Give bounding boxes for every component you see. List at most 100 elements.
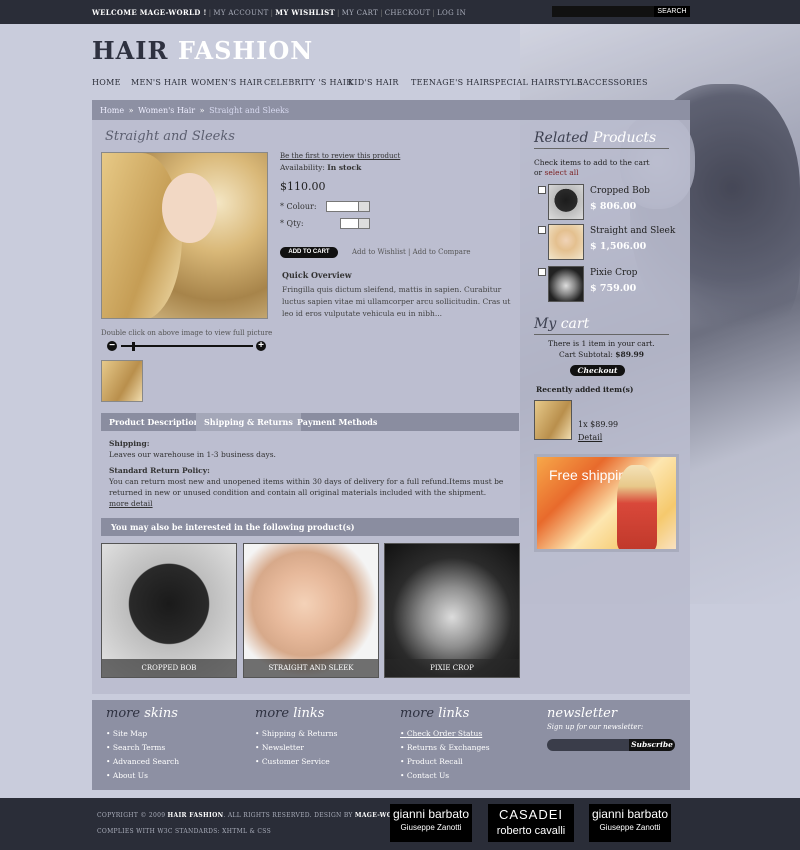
site-logo[interactable]: HAIR FASHION	[92, 36, 313, 65]
footer-link-check-order-status[interactable]: Check Order Status	[400, 727, 490, 741]
footer-links: more skins Site Map Search Terms Advance…	[92, 700, 690, 790]
brand-logo[interactable]: CASADEI roberto cavalli	[488, 804, 574, 842]
logo-part2: FASHION	[177, 36, 314, 65]
cart-subtotal: $89.99	[615, 350, 644, 359]
product-card-cropped-bob[interactable]: CROPPED BOB	[101, 543, 237, 678]
nav-celebrity-hair[interactable]: CELEBRITY 'S HAIR	[264, 78, 353, 87]
checkout-button[interactable]: Checkout	[570, 365, 625, 376]
qty-select[interactable]	[340, 218, 370, 229]
related-name[interactable]: Pixie Crop	[590, 268, 637, 278]
add-to-compare-link[interactable]: Add to Compare	[413, 248, 471, 256]
footer-link-newsletter[interactable]: Newsletter	[255, 741, 337, 755]
interested-heading: You may also be interested in the follow…	[101, 518, 519, 536]
footer-link-search-terms[interactable]: Search Terms	[106, 741, 179, 755]
nav-womens-hair[interactable]: WOMEN'S HAIR	[191, 78, 263, 87]
footer-link-site-map[interactable]: Site Map	[106, 727, 179, 741]
footer-link-shipping-returns[interactable]: Shipping & Returns	[255, 727, 338, 741]
tab-product-description[interactable]: Product Description	[101, 413, 207, 431]
newsletter-email-input[interactable]	[547, 739, 629, 751]
recent-item-detail-link[interactable]: Detail	[578, 433, 602, 442]
zoom-handle[interactable]	[132, 342, 135, 351]
search-button[interactable]: SEARCH	[654, 6, 690, 17]
select-all-link[interactable]: select all	[545, 168, 579, 177]
related-note: Check items to add to the cart or select…	[534, 158, 650, 177]
breadcrumb-category[interactable]: Women's Hair	[138, 106, 195, 115]
tab-payment-methods[interactable]: Payment Methods	[289, 413, 385, 431]
recent-item-qty: 1x $89.99	[578, 420, 619, 429]
footer-link-returns-exchanges[interactable]: Returns & Exchanges	[400, 741, 490, 755]
top-links: WELCOME MAGE-WORLD ! | MY ACCOUNT | MY WISHL…	[92, 8, 466, 17]
product-tabs: Product Description Shipping & Returns P…	[101, 413, 519, 431]
brand-logo[interactable]: gianni barbato Giuseppe Zanotti	[390, 804, 472, 842]
subscribe-button[interactable]: Subscribe	[629, 739, 675, 751]
wishlist-compare: Add to Wishlist | Add to Compare	[352, 248, 471, 256]
product-card-pixie-crop[interactable]: PIXIE CROP	[384, 543, 520, 678]
recent-item-image[interactable]	[534, 400, 572, 440]
related-image[interactable]	[548, 184, 584, 220]
shipping-text: Leaves our warehouse in 1-3 business day…	[109, 450, 276, 459]
footer-link-product-recall[interactable]: Product Recall	[400, 755, 490, 769]
cart-count: There is 1 item in your cart.	[548, 339, 655, 348]
footer-col-newsletter: newsletter Sign up for our newsletter: S…	[547, 706, 677, 766]
add-to-wishlist-link[interactable]: Add to Wishlist	[352, 248, 406, 256]
nav-mens-hair[interactable]: MEN'S HAIR	[131, 78, 187, 87]
product-card-straight-sleek[interactable]: STRAIGHT AND SLEEK	[243, 543, 379, 678]
availability-value: In stock	[327, 163, 362, 172]
related-name[interactable]: Straight and Sleek	[590, 226, 675, 236]
tab-shipping-returns[interactable]: Shipping & Returns	[196, 413, 301, 431]
welcome-text: WELCOME MAGE-WORLD !	[92, 8, 207, 17]
search-input[interactable]	[552, 6, 654, 17]
zoom-in-icon[interactable]: +	[256, 341, 266, 351]
related-checkbox[interactable]	[538, 268, 546, 276]
related-price: $ 1,506.00	[590, 241, 647, 252]
footer-link-about-us[interactable]: About Us	[106, 769, 179, 783]
nav-teenage-hair[interactable]: TEENAGE'S HAIR	[411, 78, 489, 87]
more-detail-link[interactable]: more detail	[109, 499, 153, 508]
review-link[interactable]: Be the first to review this product	[280, 152, 520, 160]
footer-link-customer-service[interactable]: Customer Service	[255, 755, 337, 769]
my-cart-link[interactable]: MY CART	[342, 9, 378, 17]
zoom-hint: Double click on above image to view full…	[101, 329, 273, 337]
my-wishlist-link[interactable]: MY WISHLIST	[275, 8, 335, 17]
login-link[interactable]: LOG IN	[437, 9, 466, 17]
related-image[interactable]	[548, 224, 584, 260]
zoom-track[interactable]	[121, 345, 253, 347]
content-panel: Home » Women's Hair » Straight and Sleek…	[92, 100, 690, 694]
brand-logo[interactable]: gianni barbato Giuseppe Zanotti	[589, 804, 671, 842]
free-shipping-banner[interactable]: Free shipping	[534, 454, 679, 552]
related-checkbox[interactable]	[538, 226, 546, 234]
shipping-title: Shipping:	[109, 439, 150, 448]
related-item: Cropped Bob $ 806.00	[534, 184, 684, 220]
newsletter-form: Subscribe	[547, 739, 675, 751]
nav-kids-hair[interactable]: KID'S HAIR	[348, 78, 399, 87]
recently-added-title: Recently added item(s)	[536, 385, 634, 394]
related-image[interactable]	[548, 266, 584, 302]
related-checkbox[interactable]	[538, 186, 546, 194]
checkout-link[interactable]: CHECKOUT	[385, 9, 431, 17]
banner-model-image	[617, 465, 657, 549]
bottom-footer: COPYRIGHT © 2009 HAIR FASHION. ALL RIGHT…	[0, 798, 800, 850]
top-search: SEARCH	[552, 6, 690, 17]
top-bar: WELCOME MAGE-WORLD ! | MY ACCOUNT | MY WISHL…	[0, 0, 800, 24]
nav-home[interactable]: HOME	[92, 78, 121, 87]
product-card-caption: STRAIGHT AND SLEEK	[244, 659, 378, 677]
footer-link-advanced-search[interactable]: Advanced Search	[106, 755, 179, 769]
footer-link-contact-us[interactable]: Contact Us	[400, 769, 490, 783]
product-main-image[interactable]	[101, 152, 268, 319]
breadcrumb-home[interactable]: Home	[100, 106, 124, 115]
footer-col-links2: more links Check Order Status Returns & …	[400, 706, 490, 783]
colour-select[interactable]	[326, 201, 370, 212]
nav-accessories[interactable]: SACCESSORIES	[577, 78, 648, 87]
product-thumbnail[interactable]	[101, 360, 143, 402]
return-text: You can return most new and unopened ite…	[109, 477, 504, 497]
related-products-title: Related Products	[534, 130, 657, 146]
add-to-cart-button[interactable]: ADD TO CART	[280, 247, 338, 258]
my-account-link[interactable]: MY ACCOUNT	[213, 9, 268, 17]
zoom-out-icon[interactable]: −	[107, 341, 117, 351]
divider	[534, 148, 669, 149]
nav-special-hairstyle[interactable]: SPECIAL HAIRSTYLE	[489, 78, 583, 87]
product-card-caption: CROPPED BOB	[102, 659, 236, 677]
related-price: $ 806.00	[590, 201, 637, 212]
zoom-slider[interactable]: − +	[107, 341, 267, 351]
related-name[interactable]: Cropped Bob	[590, 186, 650, 196]
